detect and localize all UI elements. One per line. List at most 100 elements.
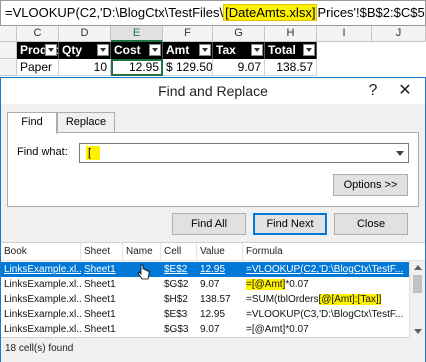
result-value: 12.95 [200,309,226,320]
result-formula: =VLOOKUP(C2,'D:\BlogCtx\TestF... [246,264,404,275]
column-headers: C D E F G H I J [0,26,426,42]
header-label: Amt [166,43,190,57]
help-button[interactable]: ? [359,78,387,104]
result-value: 12.95 [200,264,226,275]
results-column-book[interactable]: Book [1,243,81,261]
result-formula-rest: =SUM(tblOrders [246,294,319,305]
header-label: Total [268,43,296,57]
filter-dropdown-icon[interactable] [303,44,315,56]
result-book: LinksExample.xl... [4,324,81,335]
filter-dropdown-icon[interactable] [97,44,109,56]
find-what-label: Find what: [17,146,68,158]
header-label: Cost [114,43,141,57]
result-cell: $E$2 [164,264,188,275]
results-row[interactable]: LinksExample.xl... Sheet1 $G$2 9.07 =[@A… [1,277,409,292]
cell-c2[interactable]: Paper [17,59,59,76]
result-sheet: Sheet1 [84,264,116,275]
chevron-down-icon[interactable] [392,144,408,162]
tab-find[interactable]: Find [7,112,57,134]
cell-h2[interactable]: 138.57 [265,59,317,76]
tab-replace[interactable]: Replace [57,112,115,133]
result-value: 9.07 [200,279,220,290]
formula-highlight: [DateAmts.xlsx] [223,4,318,21]
result-cell: $H$2 [164,294,188,305]
results-column-value[interactable]: Value [197,243,243,261]
formula-text-end: Prices'!$B$2:$C$5,2,FALSE) [317,5,425,20]
result-name [123,292,161,307]
column-header-h[interactable]: H [265,26,317,42]
hand-cursor-icon [137,264,150,280]
result-name [123,322,161,337]
result-value: 138.57 [200,294,231,305]
find-tab-panel: Find what: [ Options >> [7,132,419,207]
header-label: Tax [216,43,236,57]
results-column-cell[interactable]: Cell [161,243,197,261]
result-book: LinksExample.xl... [4,294,81,305]
filter-dropdown-icon[interactable] [149,44,161,56]
table-row: Paper 10 12.95 $ 129.50 9.07 138.57 [0,59,426,76]
result-cell: $G$2 [164,279,189,290]
result-name [123,307,161,322]
table-header-total[interactable]: Total [265,42,317,59]
table-header-amt[interactable]: Amt [163,42,213,59]
table-header-product[interactable]: Produc [17,42,59,59]
column-header-f[interactable]: F [163,26,213,42]
result-formula: =[@Amt]*0.07 [243,277,409,292]
results-row[interactable]: LinksExample.xl... Sheet1 $G$3 9.07 =[@A… [1,322,409,337]
scroll-up-icon[interactable] [414,265,422,270]
results-list: Book Sheet Name Cell Value Formula Links… [1,242,425,338]
formula-text-start: =VLOOKUP(C2,'D:\BlogCtx\TestFiles\ [5,5,224,20]
result-book: LinksExample.xl... [4,264,81,275]
result-formula: =SUM(tblOrders[@[Amt]:[Tax]] [243,292,409,307]
cell-g2[interactable]: 9.07 [213,59,265,76]
result-book: LinksExample.xl... [4,309,81,320]
result-formula-highlight: =[@Amt] [246,279,286,290]
result-book: LinksExample.xl... [4,279,81,290]
results-column-formula[interactable]: Formula [243,243,409,261]
column-header-d[interactable]: D [59,26,111,42]
scroll-down-icon[interactable] [414,329,422,334]
result-sheet: Sheet1 [84,279,116,290]
column-header-j[interactable]: J [372,26,426,42]
formula-bar[interactable]: =VLOOKUP(C2,'D:\BlogCtx\TestFiles\ [DateA… [0,0,426,26]
result-sheet: Sheet1 [84,309,116,320]
column-header-e[interactable]: E [111,26,163,42]
results-row[interactable]: LinksExample.xl... Sheet1 $E$2 12.95 =VL… [1,262,409,277]
cell-e2[interactable]: 12.95 [111,59,163,76]
result-cell: $G$3 [164,324,189,335]
results-scrollbar[interactable] [409,261,425,338]
table-header-row: Produc Qty Cost Amt Tax Total [0,42,426,59]
table-header-tax[interactable]: Tax [213,42,265,59]
results-column-name[interactable]: Name [123,243,161,261]
result-formula: =[@Amt]*0.07 [246,324,309,335]
table-header-qty[interactable]: Qty [59,42,111,59]
column-header-i[interactable]: I [317,26,372,42]
filter-dropdown-icon[interactable] [45,44,57,56]
cell-d2[interactable]: 10 [59,59,111,76]
status-text: 18 cell(s) found [5,343,74,354]
results-row[interactable]: LinksExample.xl... Sheet1 $E$3 12.95 =VL… [1,307,409,322]
find-all-button[interactable]: Find All [172,213,246,235]
cell-f2[interactable]: $ 129.50 [163,59,213,76]
results-row[interactable]: LinksExample.xl... Sheet1 $H$2 138.57 =S… [1,292,409,307]
result-sheet: Sheet1 [84,324,116,335]
result-formula-rest: *0.07 [285,279,309,290]
column-header-c[interactable]: C [17,26,59,42]
close-button[interactable]: Close [334,213,408,235]
find-next-button[interactable]: Find Next [253,213,327,235]
filter-dropdown-icon[interactable] [199,44,211,56]
options-button[interactable]: Options >> [333,174,408,196]
dialog-titlebar[interactable]: Find and Replace ? ✕ [1,78,425,104]
result-cell: $E$3 [164,309,188,320]
column-header-g[interactable]: G [213,26,265,42]
table-header-cost[interactable]: Cost [111,42,163,59]
filter-dropdown-icon[interactable] [251,44,263,56]
find-what-input[interactable]: [ [79,143,409,163]
select-all-corner[interactable] [0,26,17,42]
scroll-thumb[interactable] [413,275,422,293]
find-what-value: [ [86,146,100,160]
results-header: Book Sheet Name Cell Value Formula [1,243,425,261]
results-column-sheet[interactable]: Sheet [81,243,123,261]
close-icon[interactable]: ✕ [391,78,419,104]
result-formula: =VLOOKUP(C3,'D:\BlogCtx\TestF... [246,309,404,320]
